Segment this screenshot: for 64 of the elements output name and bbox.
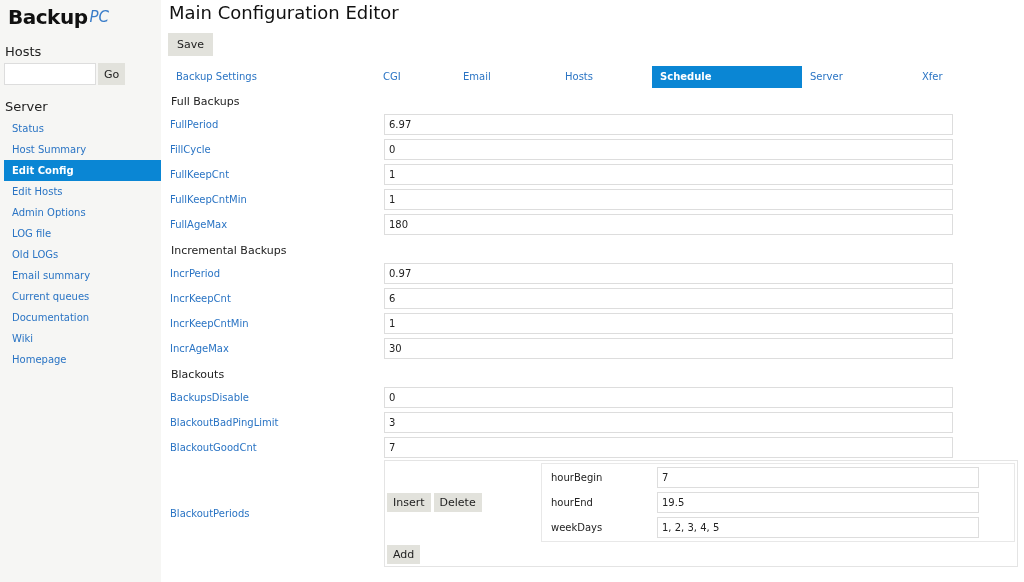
insert-button[interactable]: Insert (387, 493, 431, 512)
logo-suffix: PC (89, 8, 109, 26)
setting-link[interactable]: IncrAgeMax (168, 343, 384, 354)
sidebar-item[interactable]: Wiki (4, 328, 161, 349)
input-field[interactable]: 0 (384, 139, 953, 160)
sidebar-item[interactable]: Status (4, 118, 161, 139)
setting-link[interactable]: BackupsDisable (168, 392, 384, 403)
sidebar-item[interactable]: Email summary (4, 265, 161, 286)
setting-link[interactable]: IncrKeepCntMin (168, 318, 384, 329)
delete-button[interactable]: Delete (433, 493, 482, 512)
logo-text: Backup (8, 5, 88, 29)
setting-link[interactable]: BlackoutBadPingLimit (168, 417, 384, 428)
section-heading: Full Backups (171, 95, 241, 108)
input-field[interactable]: 0.97 (384, 263, 953, 284)
input-field[interactable]: 1 (384, 164, 953, 185)
server-heading: Server (5, 99, 49, 114)
sidebar-item[interactable]: Old LOGs (4, 244, 161, 265)
input-field[interactable]: 7 (384, 437, 953, 458)
input-field[interactable]: 3 (384, 412, 953, 433)
setting-link[interactable]: FillCycle (168, 144, 384, 155)
setting-link[interactable]: FullAgeMax (168, 219, 384, 230)
sidebar-item[interactable]: Edit Config (4, 160, 161, 181)
save-button[interactable]: Save (168, 33, 213, 56)
setting-link[interactable]: FullPeriod (168, 119, 384, 130)
section-heading: Incremental Backups (171, 244, 288, 257)
tab[interactable]: CGI (375, 66, 455, 88)
sidebar-item[interactable]: Admin Options (4, 202, 161, 223)
sidebar-item[interactable]: LOG file (4, 223, 161, 244)
input-field[interactable]: 7 (657, 467, 979, 488)
page-title: Main Configuration Editor (169, 2, 400, 23)
field-label: hourEnd (550, 497, 594, 508)
input-field[interactable]: 180 (384, 214, 953, 235)
input-field[interactable]: 19.5 (657, 492, 979, 513)
sidebar-item[interactable]: Homepage (4, 349, 161, 370)
setting-link[interactable]: IncrKeepCnt (168, 293, 384, 304)
input-field[interactable]: 1 (384, 189, 953, 210)
setting-link[interactable]: IncrPeriod (168, 268, 384, 279)
input-field[interactable]: 1 (384, 313, 953, 334)
sidebar-item[interactable]: Edit Hosts (4, 181, 161, 202)
tab[interactable]: Schedule (652, 66, 802, 88)
setting-link[interactable]: BlackoutPeriods (168, 508, 384, 519)
go-button[interactable]: Go (98, 63, 126, 85)
tab[interactable]: Email (455, 66, 557, 88)
tab[interactable]: Server (802, 66, 914, 88)
tab[interactable]: Xfer (914, 66, 994, 88)
tab[interactable]: Hosts (557, 66, 652, 88)
hosts-heading: Hosts (5, 44, 43, 59)
tab[interactable]: Backup Settings (168, 66, 375, 88)
field-label: weekDays (550, 522, 604, 533)
add-button[interactable]: Add (387, 545, 421, 564)
input-field[interactable]: 6 (384, 288, 953, 309)
field-label: hourBegin (550, 472, 604, 483)
sidebar-item[interactable]: Host Summary (4, 139, 161, 160)
sidebar-item[interactable]: Current queues (4, 286, 161, 307)
input-field[interactable]: 0 (384, 387, 953, 408)
setting-link[interactable]: FullKeepCntMin (168, 194, 384, 205)
setting-link[interactable]: FullKeepCnt (168, 169, 384, 180)
setting-link[interactable]: BlackoutGoodCnt (168, 442, 384, 453)
sidebar-item[interactable]: Documentation (4, 307, 161, 328)
section-heading: Blackouts (171, 368, 226, 381)
input-field[interactable]: 6.97 (384, 114, 953, 135)
input-field[interactable]: 30 (384, 338, 953, 359)
host-field[interactable] (4, 63, 96, 85)
input-field[interactable]: 1, 2, 3, 4, 5 (657, 517, 979, 538)
